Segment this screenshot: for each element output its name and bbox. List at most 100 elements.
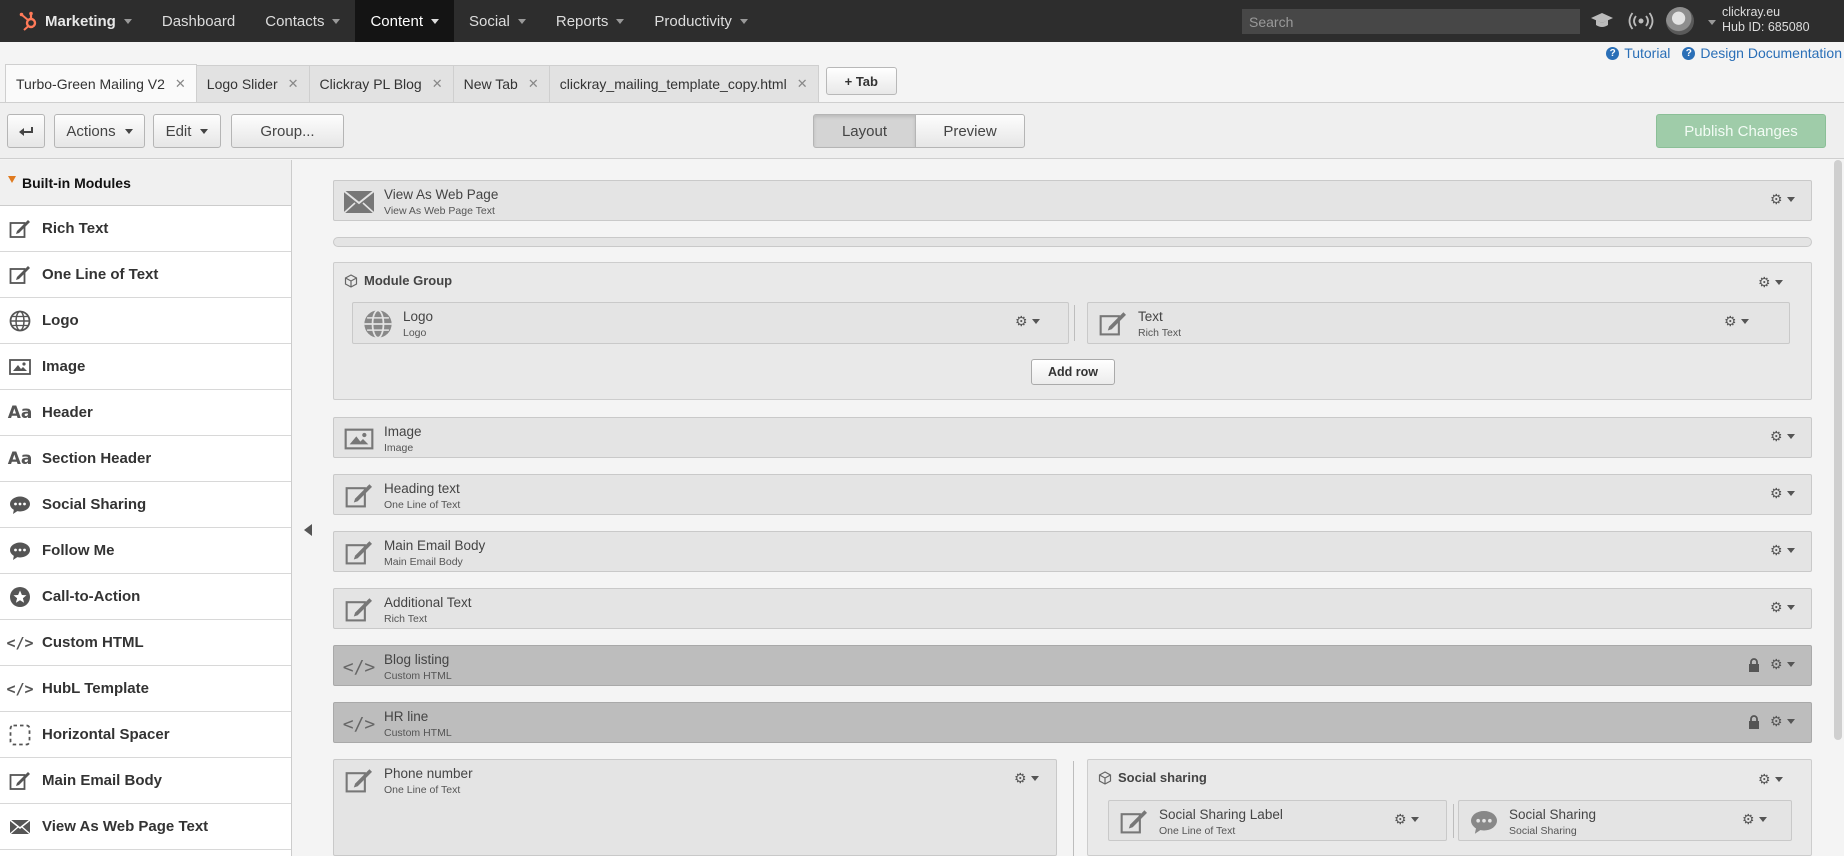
module-settings-button[interactable]: ⚙ [1770, 485, 1795, 502]
nav-marketing[interactable]: Marketing [0, 0, 147, 42]
module-social-sharing-label[interactable]: Social Sharing Label One Line of Text ⚙ [1108, 800, 1447, 841]
close-icon[interactable]: ✕ [528, 76, 539, 92]
layout-toggle[interactable]: Layout [813, 114, 916, 148]
lock-icon [1749, 715, 1759, 729]
chevron-down-icon[interactable] [1708, 20, 1716, 25]
nav-reports[interactable]: Reports [541, 0, 640, 42]
module-group-social-sharing[interactable]: Social sharing ⚙ Social Sharing Label On… [1087, 759, 1812, 856]
edit-label: Edit [165, 122, 192, 140]
scrollbar[interactable] [1834, 160, 1842, 740]
gear-icon: ⚙ [1758, 274, 1771, 290]
add-row-button[interactable]: Add row [1031, 359, 1115, 385]
sidebar-item-hubl-template[interactable]: </> HubL Template [0, 666, 291, 712]
module-phone-number[interactable]: Phone number One Line of Text ⚙ [333, 759, 1057, 856]
sidebar-item-main-email-body[interactable]: Main Email Body [0, 758, 291, 804]
sidebar-item-custom-html[interactable]: </> Custom HTML [0, 620, 291, 666]
publish-changes-button[interactable]: Publish Changes [1656, 114, 1826, 148]
tab-clickray-pl-blog[interactable]: Clickray PL Blog ✕ [308, 65, 454, 102]
module-title: Blog listing [384, 652, 450, 667]
sidebar-item-social-sharing[interactable]: Social Sharing [0, 482, 291, 528]
module-text[interactable]: Text Rich Text ⚙ [1087, 302, 1790, 344]
nav-dashboard[interactable]: Dashboard [147, 0, 250, 42]
avatar[interactable] [1666, 7, 1694, 35]
module-group-header: Social sharing [1098, 770, 1207, 785]
nav-reports-label: Reports [555, 12, 609, 30]
group-settings-button[interactable]: ⚙ [1758, 771, 1783, 788]
sidebar-item-horizontal-spacer[interactable]: Horizontal Spacer [0, 712, 291, 758]
tab-mailing-template-copy[interactable]: clickray_mailing_template_copy.html ✕ [548, 65, 819, 102]
collapse-sidebar-icon[interactable] [304, 524, 312, 536]
module-type: View As Web Page Text [384, 205, 495, 217]
group-settings-button[interactable]: ⚙ [1758, 274, 1783, 291]
sidebar-item-header[interactable]: Aa Header [0, 390, 291, 436]
tab-logo-slider[interactable]: Logo Slider ✕ [195, 65, 310, 102]
module-view-as-web-page[interactable]: View As Web Page View As Web Page Text ⚙ [333, 180, 1812, 221]
file-tabs: Turbo-Green Mailing V2 ✕ Logo Slider ✕ Cli… [5, 64, 897, 102]
image-icon [8, 355, 32, 379]
code-icon: </> [6, 633, 34, 652]
module-group[interactable]: Module Group ⚙ Logo Logo ⚙ Text Rich Tex… [333, 262, 1812, 400]
module-settings-button[interactable]: ⚙ [1770, 713, 1795, 730]
sidebar-item-call-to-action[interactable]: Call-to-Action [0, 574, 291, 620]
sidebar-item-image[interactable]: Image [0, 344, 291, 390]
close-icon[interactable]: ✕ [797, 76, 808, 92]
module-hr-line[interactable]: </> HR line Custom HTML ⚙ [333, 702, 1812, 743]
sidebar-item-section-header[interactable]: Aa Section Header [0, 436, 291, 482]
module-settings-button[interactable]: ⚙ [1014, 770, 1039, 787]
nav-contacts[interactable]: Contacts [250, 0, 355, 42]
tab-label: clickray_mailing_template_copy.html [559, 76, 787, 92]
module-settings-button[interactable]: ⚙ [1394, 811, 1419, 828]
module-settings-button[interactable]: ⚙ [1770, 191, 1795, 208]
sidebar-item-follow-me[interactable]: Follow Me [0, 528, 291, 574]
tab-new-tab[interactable]: New Tab ✕ [452, 65, 550, 102]
built-in-modules-header[interactable]: Built-in Modules [0, 160, 291, 206]
sidebar-item-view-as-web-page-text[interactable]: View As Web Page Text [0, 804, 291, 850]
tab-turbo-green-mailing[interactable]: Turbo-Green Mailing V2 ✕ [5, 64, 197, 102]
module-social-sharing[interactable]: Social Sharing Social Sharing ⚙ [1458, 800, 1792, 841]
sidebar-item-rich-text[interactable]: Rich Text [0, 206, 291, 252]
module-settings-button[interactable]: ⚙ [1770, 428, 1795, 445]
empty-module-row[interactable] [333, 237, 1812, 247]
module-heading-text[interactable]: Heading text One Line of Text ⚙ [333, 474, 1812, 515]
module-settings-button[interactable]: ⚙ [1770, 542, 1795, 559]
module-settings-button[interactable]: ⚙ [1770, 599, 1795, 616]
account-info[interactable]: clickray.eu Hub ID: 685080 [1722, 5, 1810, 35]
module-settings-button[interactable]: ⚙ [1742, 811, 1767, 828]
module-type: One Line of Text [384, 499, 461, 511]
module-logo[interactable]: Logo Logo ⚙ [352, 302, 1069, 344]
preview-toggle[interactable]: Preview [915, 114, 1025, 148]
graduation-cap-icon[interactable] [1590, 10, 1614, 32]
module-settings-button[interactable]: ⚙ [1770, 656, 1795, 673]
speech-bubble-icon [8, 539, 32, 563]
sidebar-item-logo[interactable]: Logo [0, 298, 291, 344]
module-blog-listing[interactable]: </> Blog listing Custom HTML ⚙ [333, 645, 1812, 686]
broadcast-icon[interactable] [1628, 10, 1654, 32]
module-settings-button[interactable]: ⚙ [1015, 313, 1040, 330]
nav-content[interactable]: Content [355, 0, 454, 42]
help-icon: ? [1682, 46, 1696, 60]
module-image[interactable]: Image Image ⚙ [333, 417, 1812, 458]
tutorial-link[interactable]: ? Tutorial [1606, 45, 1670, 61]
back-button[interactable] [7, 114, 45, 148]
help-links: ? Tutorial ? Design Documentation [1606, 45, 1842, 61]
close-icon[interactable]: ✕ [288, 76, 299, 92]
close-icon[interactable]: ✕ [175, 76, 186, 92]
edit-button[interactable]: Edit [153, 114, 221, 148]
chevron-down-icon [1786, 605, 1795, 610]
module-settings-button[interactable]: ⚙ [1724, 313, 1749, 330]
nav-productivity[interactable]: Productivity [639, 0, 763, 42]
typography-icon: Aa [7, 448, 33, 469]
close-icon[interactable]: ✕ [432, 76, 443, 92]
chevron-down-icon [1786, 719, 1795, 724]
group-button[interactable]: Group... [231, 114, 344, 148]
built-in-modules-label: Built-in Modules [22, 174, 131, 191]
module-title: Heading text [384, 481, 460, 496]
nav-social[interactable]: Social [454, 0, 541, 42]
module-additional-text[interactable]: Additional Text Rich Text ⚙ [333, 588, 1812, 629]
module-main-email-body[interactable]: Main Email Body Main Email Body ⚙ [333, 531, 1812, 572]
actions-button[interactable]: Actions [54, 114, 145, 148]
sidebar-item-one-line-of-text[interactable]: One Line of Text [0, 252, 291, 298]
add-tab-button[interactable]: + Tab [825, 67, 897, 95]
search-input[interactable] [1242, 9, 1580, 34]
design-documentation-link[interactable]: ? Design Documentation [1682, 45, 1842, 61]
